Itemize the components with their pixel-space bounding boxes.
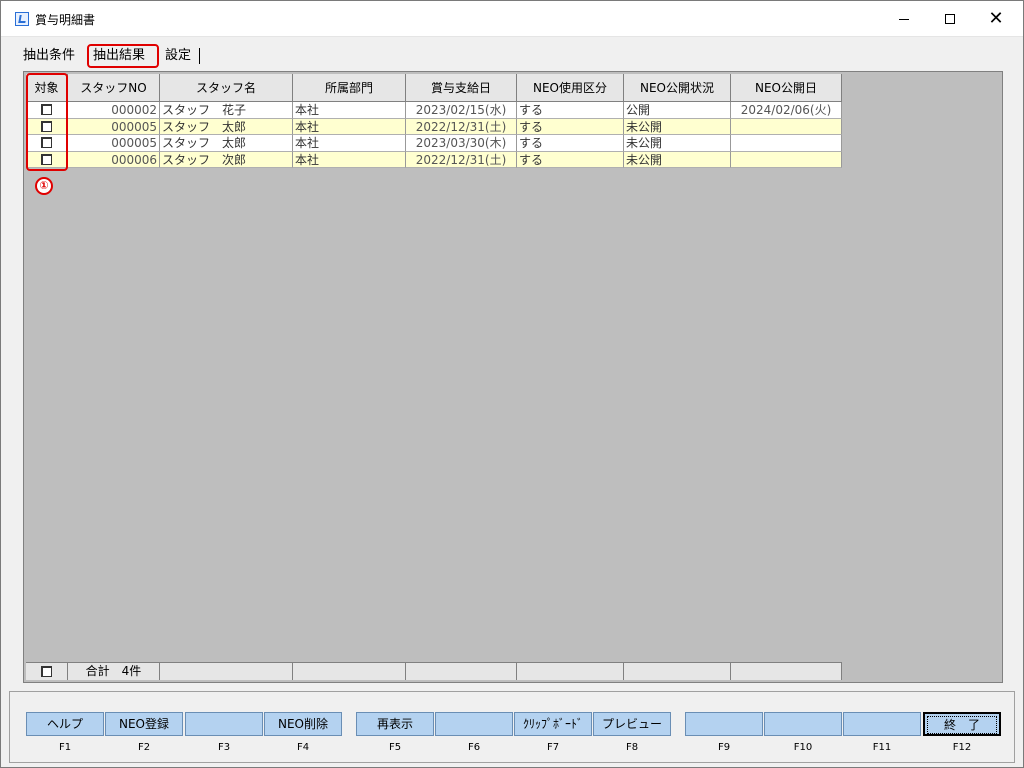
f6-button[interactable] xyxy=(435,712,513,736)
cell-pay-date: 2022/12/31(土) xyxy=(406,151,517,168)
f12-key-label: F12 xyxy=(952,742,972,753)
cell-neo-date xyxy=(731,151,842,168)
close-icon: ✕ xyxy=(988,8,1004,29)
select-all-checkbox[interactable] xyxy=(41,666,52,677)
result-grid: 対象 スタッフNO スタッフ名 所属部門 賞与支給日 NEO使用区分 NEO公開… xyxy=(23,71,1003,683)
cell-staff-name: スタッフ 太郎 xyxy=(160,118,293,135)
cell-neo-use: する xyxy=(517,151,624,168)
footer-cell xyxy=(517,662,624,680)
header-staff-name[interactable]: スタッフ名 xyxy=(160,74,293,102)
neo-register-button[interactable]: NEO登録 xyxy=(105,712,183,736)
tab-extract-conditions[interactable]: 抽出条件 xyxy=(23,45,75,67)
cell-department: 本社 xyxy=(293,135,406,152)
table-row[interactable]: 000006 スタッフ 次郎 本社 2022/12/31(土) する 未公開 xyxy=(26,151,842,168)
table-row[interactable]: 000002 スタッフ 花子 本社 2023/02/15(水) する 公開 20… xyxy=(26,102,842,119)
f5-key-label: F5 xyxy=(388,742,402,753)
header-staff-no[interactable]: スタッフNO xyxy=(68,74,160,102)
table-row[interactable]: 000005 スタッフ 太郎 本社 2022/12/31(土) する 未公開 xyxy=(26,118,842,135)
cell-neo-date xyxy=(731,118,842,135)
target-column-highlight xyxy=(26,73,68,171)
clipboard-button[interactable]: ｸﾘｯﾌﾟﾎﾞｰﾄﾞ xyxy=(514,712,592,736)
grid-rows: 000002 スタッフ 花子 本社 2023/02/15(水) する 公開 20… xyxy=(26,102,842,168)
cell-neo-use: する xyxy=(517,118,624,135)
close-button[interactable]: ✕ xyxy=(973,1,1019,37)
table-row[interactable]: 000005 スタッフ 太郎 本社 2023/03/30(木) する 未公開 xyxy=(26,135,842,152)
footer-cell xyxy=(293,662,406,680)
maximize-icon xyxy=(945,14,955,24)
cell-department: 本社 xyxy=(293,118,406,135)
cell-staff-name: スタッフ 太郎 xyxy=(160,135,293,152)
cell-pay-date: 2022/12/31(土) xyxy=(406,118,517,135)
cell-neo-use: する xyxy=(517,135,624,152)
cell-department: 本社 xyxy=(293,151,406,168)
footer-cell xyxy=(731,662,842,680)
f4-key-label: F4 xyxy=(296,742,310,753)
title-bar: 賞与明細書 ✕ xyxy=(1,1,1023,37)
cell-neo-status: 未公開 xyxy=(624,118,731,135)
footer-select-all[interactable] xyxy=(26,662,68,680)
cell-staff-no: 000005 xyxy=(68,135,160,152)
header-bonus-pay-date[interactable]: 賞与支給日 xyxy=(406,74,517,102)
header-neo-status[interactable]: NEO公開状況 xyxy=(624,74,731,102)
cell-staff-no: 000005 xyxy=(68,118,160,135)
minimize-icon xyxy=(899,18,909,20)
minimize-button[interactable] xyxy=(881,1,927,37)
app-icon xyxy=(15,12,29,26)
help-button[interactable]: ヘルプ xyxy=(26,712,104,736)
preview-button[interactable]: プレビュー xyxy=(593,712,671,736)
exit-button[interactable]: 終 了 xyxy=(923,712,1001,736)
cell-staff-no: 000006 xyxy=(68,151,160,168)
cell-neo-status: 未公開 xyxy=(624,135,731,152)
f11-key-label: F11 xyxy=(872,742,892,753)
f3-button[interactable] xyxy=(185,712,263,736)
f6-key-label: F6 xyxy=(467,742,481,753)
annotation-1: ① xyxy=(35,177,53,195)
maximize-button[interactable] xyxy=(927,1,973,37)
f1-key-label: F1 xyxy=(58,742,72,753)
f7-key-label: F7 xyxy=(546,742,560,753)
header-neo-use[interactable]: NEO使用区分 xyxy=(517,74,624,102)
f9-key-label: F9 xyxy=(717,742,731,753)
cell-neo-use: する xyxy=(517,102,624,119)
header-department[interactable]: 所属部門 xyxy=(293,74,406,102)
footer-cell xyxy=(406,662,517,680)
cell-neo-date xyxy=(731,135,842,152)
f11-button[interactable] xyxy=(843,712,921,736)
footer-total-count: 合計 4件 xyxy=(68,662,160,680)
exit-button-label: 終 了 xyxy=(927,716,997,734)
app-window: 賞与明細書 ✕ 抽出条件 抽出結果 設定 対象 スタッフNO スタッフ名 所属部… xyxy=(0,0,1024,768)
cell-pay-date: 2023/02/15(水) xyxy=(406,102,517,119)
cell-neo-date: 2024/02/06(火) xyxy=(731,102,842,119)
f10-button[interactable] xyxy=(764,712,842,736)
grid-footer: 合計 4件 xyxy=(26,662,842,680)
tab-settings[interactable]: 設定 xyxy=(165,45,191,67)
f3-key-label: F3 xyxy=(217,742,231,753)
cell-staff-name: スタッフ 次郎 xyxy=(160,151,293,168)
f2-key-label: F2 xyxy=(137,742,151,753)
cell-staff-name: スタッフ 花子 xyxy=(160,102,293,119)
cell-department: 本社 xyxy=(293,102,406,119)
neo-delete-button[interactable]: NEO削除 xyxy=(264,712,342,736)
f9-button[interactable] xyxy=(685,712,763,736)
tab-separator xyxy=(199,48,200,64)
refresh-button[interactable]: 再表示 xyxy=(356,712,434,736)
f10-key-label: F10 xyxy=(793,742,813,753)
cell-staff-no: 000002 xyxy=(68,102,160,119)
cell-pay-date: 2023/03/30(木) xyxy=(406,135,517,152)
header-neo-publish-date[interactable]: NEO公開日 xyxy=(731,74,842,102)
cell-neo-status: 公開 xyxy=(624,102,731,119)
cell-neo-status: 未公開 xyxy=(624,151,731,168)
grid-header: 対象 スタッフNO スタッフ名 所属部門 賞与支給日 NEO使用区分 NEO公開… xyxy=(26,74,842,102)
window-title: 賞与明細書 xyxy=(35,13,96,27)
active-tab-highlight xyxy=(87,44,159,68)
footer-cell xyxy=(624,662,731,680)
f8-key-label: F8 xyxy=(625,742,639,753)
footer-cell xyxy=(160,662,293,680)
function-key-bar: ヘルプ NEO登録 NEO削除 再表示 ｸﾘｯﾌﾟﾎﾞｰﾄﾞ プレビュー 終 了… xyxy=(9,691,1015,763)
